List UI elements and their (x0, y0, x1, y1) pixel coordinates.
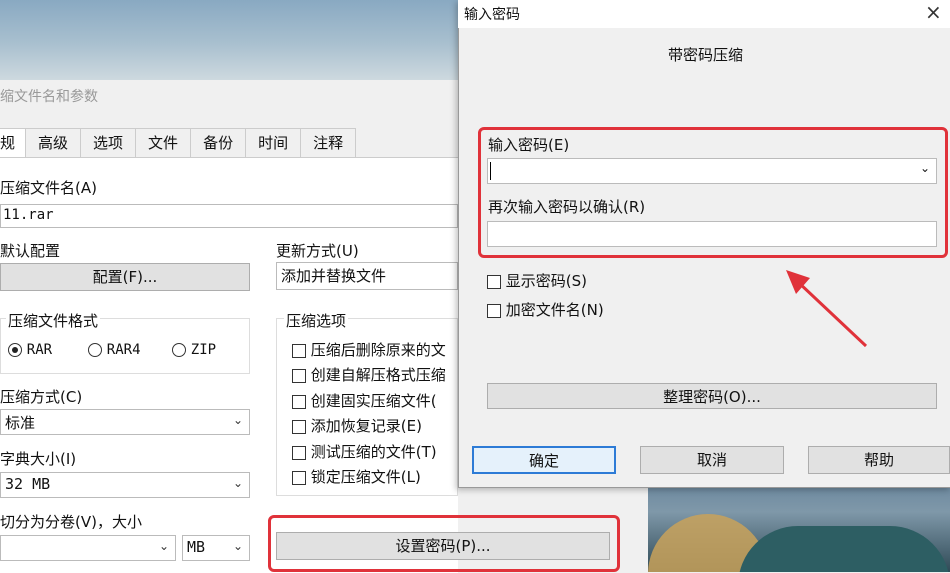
highlight-password-fields (478, 127, 948, 258)
format-rar4-radio[interactable]: RAR4 (88, 340, 141, 358)
organize-passwords-button[interactable]: 整理密码(O)... (487, 383, 937, 409)
option-test[interactable]: 测试压缩的文件(T) (292, 441, 437, 462)
dict-label: 字典大小(I) (0, 450, 77, 468)
tab-files[interactable]: 文件 (135, 128, 192, 157)
update-mode-select[interactable]: 添加并替换文件 (276, 262, 458, 290)
default-profile-label: 默认配置 (0, 242, 61, 260)
archive-name-input[interactable]: 11.rar (0, 204, 458, 228)
method-select[interactable]: 标准 ⌄ (0, 409, 250, 435)
highlight-set-password (268, 515, 620, 572)
format-zip-radio[interactable]: ZIP (172, 340, 216, 358)
option-sfx[interactable]: 创建自解压格式压缩 (292, 364, 446, 385)
tab-advanced[interactable]: 高级 (25, 128, 82, 157)
password-dialog-titlebar (458, 0, 950, 28)
ok-button[interactable]: 确定 (472, 446, 616, 474)
option-recovery[interactable]: 添加恢复记录(E) (292, 415, 422, 436)
update-mode-value: 添加并替换文件 (281, 267, 387, 285)
tab-general[interactable]: 规 (0, 128, 27, 157)
tab-options[interactable]: 选项 (80, 128, 137, 157)
profiles-button[interactable]: 配置(F)... (0, 263, 250, 291)
cancel-button[interactable]: 取消 (640, 446, 784, 474)
archive-dialog-title: 缩文件名和参数 (0, 89, 98, 105)
chevron-down-icon: ⌄ (232, 413, 243, 427)
encrypt-filenames-checkbox[interactable]: 加密文件名(N) (487, 299, 604, 320)
chevron-down-icon: ⌄ (232, 539, 243, 553)
tab-backup[interactable]: 备份 (190, 128, 247, 157)
split-size-select[interactable]: ⌄ (0, 535, 176, 561)
help-button[interactable]: 帮助 (808, 446, 950, 474)
archive-name-value: 11.rar (3, 207, 54, 223)
format-rar-radio[interactable]: RAR (8, 340, 52, 358)
archive-name-label: 压缩文件名(A) (0, 179, 97, 197)
split-label: 切分为分卷(V)，大小 (0, 513, 142, 531)
tab-time[interactable]: 时间 (245, 128, 302, 157)
desktop-wallpaper-scene (648, 486, 950, 572)
split-unit-select[interactable]: MB ⌄ (182, 535, 250, 561)
options-group-label: 压缩选项 (284, 310, 349, 331)
method-label: 压缩方式(C) (0, 388, 83, 406)
option-delete-after[interactable]: 压缩后删除原来的文 (292, 339, 446, 360)
chevron-down-icon: ⌄ (158, 539, 169, 553)
update-mode-label: 更新方式(U) (276, 242, 359, 260)
desktop-background (0, 0, 470, 80)
password-dialog-title: 输入密码 (464, 7, 520, 23)
dict-select[interactable]: 32 MB ⌄ (0, 472, 250, 498)
chevron-down-icon: ⌄ (232, 476, 243, 490)
tab-comment[interactable]: 注释 (300, 128, 357, 157)
option-solid[interactable]: 创建固实压缩文件( (292, 390, 437, 411)
tab-bar: 规 高级 选项 文件 备份 时间 注释 (0, 128, 357, 158)
annotation-arrow-icon (786, 270, 868, 348)
password-dialog-heading: 带密码压缩 (668, 46, 744, 64)
show-password-checkbox[interactable]: 显示密码(S) (487, 270, 587, 291)
option-lock[interactable]: 锁定压缩文件(L) (292, 466, 421, 487)
close-icon[interactable]: × (925, 0, 942, 24)
format-group-label: 压缩文件格式 (6, 310, 101, 331)
